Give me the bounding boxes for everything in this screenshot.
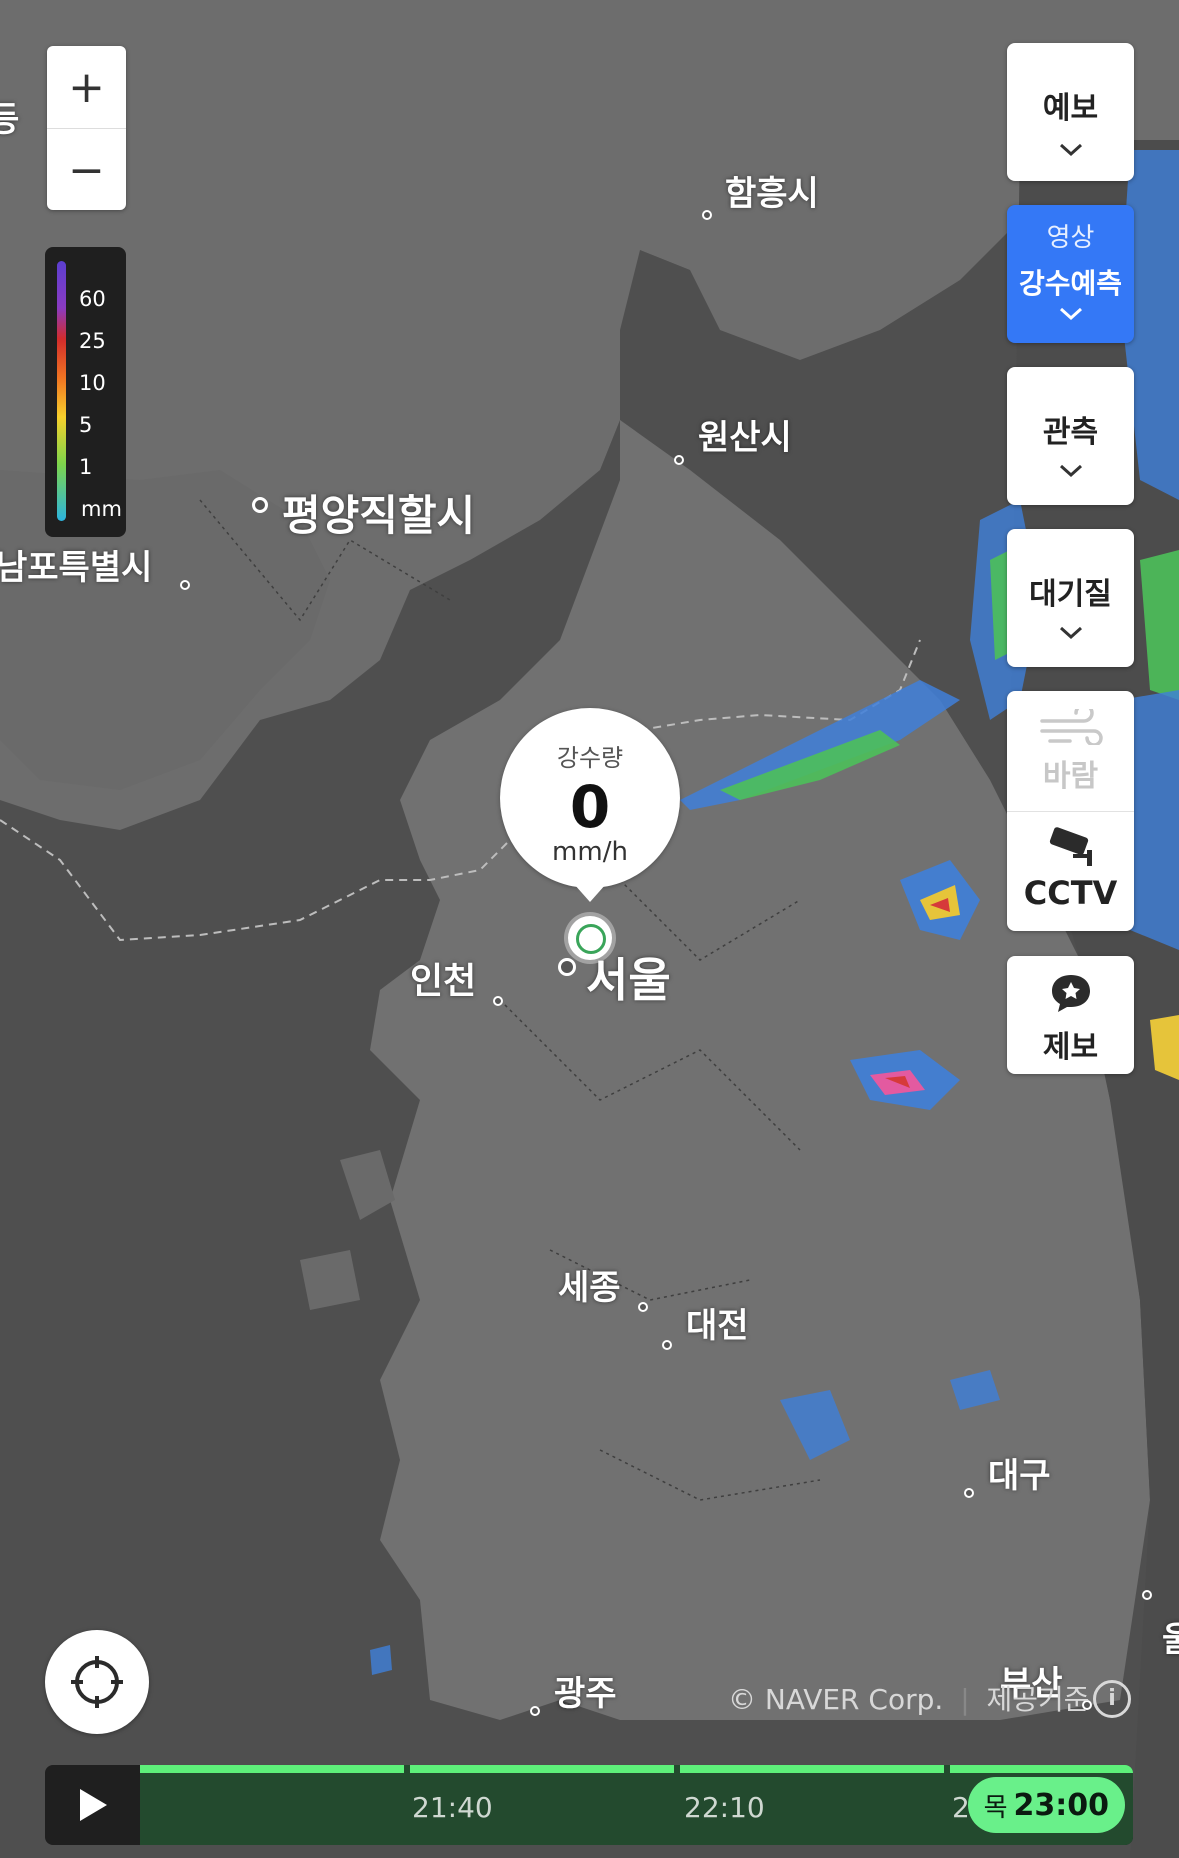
city-label-hamheung: 함흥시 (725, 174, 819, 214)
city-marker-seoul (558, 958, 576, 976)
precipitation-bubble[interactable]: 강수량 0 mm/h (500, 708, 680, 888)
chevron-down-icon (1007, 139, 1134, 164)
zoom-in-button[interactable]: + (47, 46, 126, 128)
current-time: 23:00 (1013, 1787, 1110, 1823)
bubble-pointer (574, 884, 606, 902)
chevron-down-icon (1007, 463, 1134, 483)
timeline-track[interactable]: 21:40 22:10 22:4 목 23:00 (140, 1765, 1133, 1845)
city-label-incheon: 인천 (410, 961, 477, 1002)
play-icon (79, 1789, 107, 1821)
timeline-segment (950, 1765, 1133, 1773)
city-label-edge-right: 울 (1162, 1620, 1179, 1660)
city-label-daejeon: 대전 (686, 1306, 749, 1346)
city-marker-wonsan (674, 455, 684, 465)
wind-label: 바람 (1042, 759, 1099, 794)
report-star-icon (1007, 956, 1134, 1018)
precipitation-forecast-label: 강수예측 (1018, 267, 1123, 300)
city-marker-sejong (638, 1302, 648, 1312)
zoom-out-button[interactable]: − (47, 129, 126, 211)
zoom-control: + − (47, 46, 126, 210)
location-pin-ring (576, 924, 606, 954)
map-credit: © NAVER Corp. | 제공기준 (728, 1678, 1090, 1718)
city-marker-daejeon (662, 1340, 672, 1350)
island-2 (300, 1250, 360, 1310)
report-button[interactable]: 제보 (1007, 956, 1134, 1074)
city-label-daegu: 대구 (988, 1456, 1051, 1496)
timeline-segment (140, 1765, 404, 1773)
current-day: 목 (983, 1792, 1008, 1823)
video-precipitation-forecast-button[interactable]: 영상 강수예측 (1007, 205, 1134, 343)
legend-tick-1: 1 (79, 455, 93, 479)
city-label-edge-left: 등 (0, 100, 20, 140)
legend-tick-5: 5 (79, 413, 93, 437)
cctv-label: CCTV (1023, 874, 1118, 912)
timeline-tick: 21:40 (412, 1791, 493, 1824)
air-quality-label: 대기질 (1029, 577, 1112, 612)
city-marker-gwangju (530, 1706, 540, 1716)
current-time-badge[interactable]: 목 23:00 (967, 1777, 1125, 1833)
forecast-label: 예보 (1042, 91, 1099, 126)
location-pin[interactable] (568, 916, 612, 960)
forecast-button[interactable]: 예보 (1007, 43, 1134, 181)
bubble-value: 0 (569, 773, 611, 841)
city-marker-edge-right (1142, 1590, 1152, 1600)
legend-unit: mm (81, 497, 122, 521)
credit-divider: | (960, 1683, 970, 1716)
city-marker-incheon (493, 996, 503, 1006)
city-marker-daegu (964, 1488, 974, 1498)
info-icon[interactable]: i (1093, 1680, 1131, 1718)
legend-tick-10: 10 (79, 371, 106, 395)
legend-tick-60: 60 (79, 287, 106, 311)
report-label: 제보 (1042, 1030, 1099, 1065)
source-text: 제공기준 (986, 1683, 1090, 1716)
timeline-segment (410, 1765, 674, 1773)
my-location-button[interactable] (45, 1630, 149, 1734)
city-label-wonsan: 원산시 (698, 418, 792, 458)
wind-icon (1007, 691, 1134, 749)
city-label-pyongyang: 평양직할시 (282, 491, 476, 540)
air-quality-button[interactable]: 대기질 (1007, 529, 1134, 667)
cctv-button[interactable]: CCTV (1007, 812, 1134, 931)
cctv-camera-icon (1007, 812, 1134, 872)
timeline-segment (680, 1765, 944, 1773)
legend-tick-25: 25 (79, 329, 106, 353)
city-label-sejong: 세종 (558, 1268, 621, 1308)
wind-button[interactable]: 바람 (1007, 691, 1134, 812)
city-marker-nampo (180, 580, 190, 590)
precipitation-legend: 60 25 10 5 1 mm (45, 247, 126, 537)
city-marker-pyongyang (252, 497, 268, 513)
copyright-text: © NAVER Corp. (728, 1683, 944, 1716)
chevron-down-icon (1007, 306, 1134, 326)
city-label-gwangju: 광주 (554, 1674, 617, 1714)
video-label: 영상 (1046, 223, 1095, 253)
play-button[interactable] (45, 1765, 140, 1845)
crosshair-icon (71, 1656, 123, 1708)
legend-color-bar (57, 261, 66, 521)
observation-label: 관측 (1042, 415, 1099, 450)
city-marker-hamheung (702, 210, 712, 220)
timeline-tick: 22:10 (684, 1791, 765, 1824)
wind-cctv-group: 바람 CCTV (1007, 691, 1134, 931)
city-label-nampo: 남포특별시 (0, 548, 153, 588)
chevron-down-icon (1007, 625, 1134, 645)
observation-button[interactable]: 관측 (1007, 367, 1134, 505)
bubble-unit: mm/h (552, 837, 628, 867)
bubble-title: 강수량 (556, 744, 624, 772)
timeline-bar: 21:40 22:10 22:4 목 23:00 (45, 1765, 1133, 1845)
